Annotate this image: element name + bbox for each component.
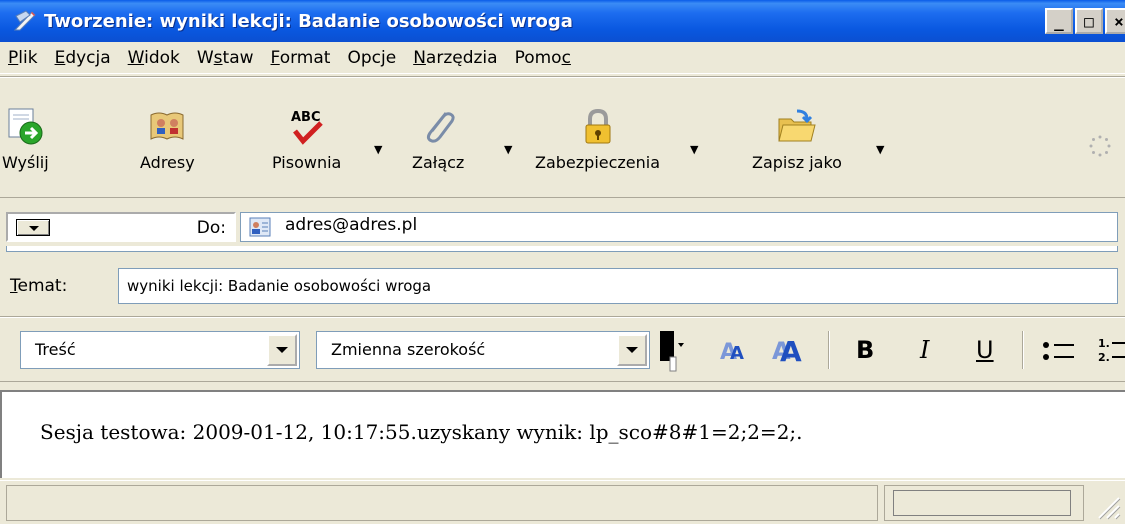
attach-dropdown-icon[interactable]: ▼ [504,143,512,156]
subject-row: Temat: wyniki lekcji: Badanie osobowości… [0,264,1125,310]
address-book-icon [150,112,184,140]
status-pane [6,485,878,521]
security-dropdown-icon[interactable]: ▼ [690,143,698,156]
menu-pomoc[interactable]: Pomoc [515,48,571,68]
status-bar [0,480,1125,524]
font-select[interactable]: Zmienna szerokość [316,331,650,369]
title-bar[interactable]: Tworzenie: wyniki lekcji: Badanie osobow… [0,0,1125,42]
underline-button[interactable]: U [976,335,994,365]
bold-button[interactable]: B [856,335,874,365]
paragraph-style-select[interactable]: Treść [20,331,300,369]
security-button[interactable]: Zabezpieczenia [535,107,660,172]
to-field-lower [6,246,1118,252]
menu-narzedzia[interactable]: Narzędzia [413,48,497,68]
spelling-dropdown-icon[interactable]: ▼ [374,143,382,156]
close-button[interactable]: × [1105,8,1125,34]
bullet-list-icon[interactable] [1040,337,1080,365]
to-row: Do: adres@adres.pl [0,206,1125,258]
svg-text:ABC: ABC [291,110,321,125]
format-separator [1022,331,1024,369]
maximize-button[interactable]: □ [1075,8,1103,34]
svg-text:A: A [780,335,802,368]
menu-format[interactable]: Format [271,48,331,68]
message-body[interactable]: Sesja testowa: 2009-01-12, 10:17:55.uzys… [0,390,1125,478]
menu-widok[interactable]: Widok [128,48,180,68]
menu-wstaw[interactable]: Wstaw [197,48,254,68]
increase-font-size-icon[interactable]: A A [770,331,810,369]
italic-button[interactable]: I [920,335,929,365]
save-as-button[interactable]: Zapisz jako [752,107,842,172]
text-color-icon[interactable] [658,329,688,373]
toolbar: Wyślij Adresy ABC Pisownia ▼ Załącz ▼ Za… [0,76,1125,198]
status-indicator [893,490,1071,516]
menu-bar: Plik Edycja Widok Wstaw Format Opcje Nar… [0,42,1125,74]
to-recipient[interactable]: adres@adres.pl [285,215,417,235]
minimize-button[interactable]: _ [1045,8,1073,34]
save-as-dropdown-icon[interactable]: ▼ [876,143,884,156]
status-pane-secondary [884,485,1084,521]
menu-edycja[interactable]: Edycja [55,48,111,68]
send-icon [8,108,43,145]
folder-save-icon [778,109,816,142]
send-button[interactable]: Wyślij [2,107,49,172]
decrease-font-size-icon[interactable]: A A [718,335,752,367]
spell-check-icon: ABC [291,110,323,145]
recipient-type-dropdown[interactable] [16,219,50,236]
subject-label: Temat: [10,276,68,296]
svg-text:2.: 2. [1098,351,1110,364]
lock-icon [585,108,611,144]
numbered-list-icon[interactable]: 1. 2. [1096,335,1125,367]
svg-text:1.: 1. [1098,337,1110,350]
recipient-type-combo[interactable]: Do: [6,212,236,242]
addresses-button[interactable]: Adresy [140,107,195,172]
font-dropdown[interactable] [617,334,647,366]
menu-plik[interactable]: Plik [8,48,38,68]
spelling-button[interactable]: ABC Pisownia [272,107,341,172]
subject-input[interactable]: wyniki lekcji: Badanie osobowości wroga [118,268,1118,304]
compose-window-icon [13,10,36,31]
paperclip-icon [427,112,455,143]
activity-throbber-icon [1089,135,1111,157]
menu-opcje[interactable]: Opcje [347,48,396,68]
format-toolbar: Treść Zmienna szerokość A A A A B I U 1.… [0,316,1125,382]
message-text: Sesja testowa: 2009-01-12, 10:17:55.uzys… [40,420,803,444]
resize-grip-icon[interactable] [1091,490,1121,520]
svg-text:A: A [730,343,744,364]
window-title: Tworzenie: wyniki lekcji: Badanie osobow… [44,10,573,32]
attach-button[interactable]: Załącz [412,107,464,172]
contact-card-icon [249,217,271,237]
paragraph-style-dropdown[interactable] [267,334,297,366]
format-separator [828,331,830,369]
to-field[interactable]: adres@adres.pl [240,212,1118,242]
